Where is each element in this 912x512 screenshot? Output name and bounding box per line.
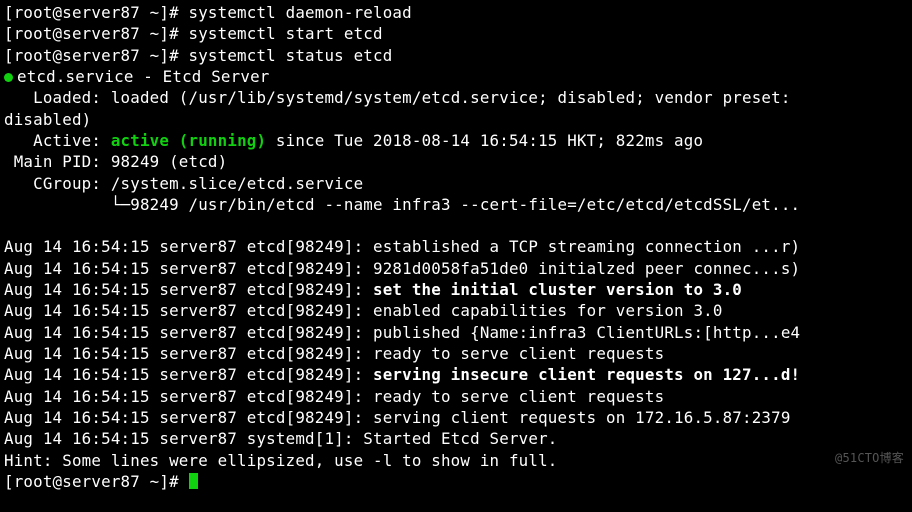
log-line: Aug 14 16:54:15 server87 etcd[98249]: es… bbox=[4, 236, 912, 257]
log-msg: enabled capabilities for version 3.0 bbox=[373, 301, 723, 320]
log-prefix: Aug 14 16:54:15 server87 etcd[98249]: bbox=[4, 408, 373, 427]
log-msg: ready to serve client requests bbox=[373, 387, 664, 406]
prompt: [root@server87 ~]# bbox=[4, 46, 189, 65]
log-line: Aug 14 16:54:15 server87 etcd[98249]: se… bbox=[4, 407, 912, 428]
log-msg: Started Etcd Server. bbox=[363, 429, 557, 448]
log-msg: published {Name:infra3 ClientURLs:[http.… bbox=[373, 323, 800, 342]
active-state: active (running) bbox=[111, 131, 266, 150]
log-line: Aug 14 16:54:15 server87 etcd[98249]: re… bbox=[4, 343, 912, 364]
log-prefix: Aug 14 16:54:15 server87 etcd[98249]: bbox=[4, 387, 373, 406]
log-line: Aug 14 16:54:15 server87 etcd[98249]: en… bbox=[4, 300, 912, 321]
log-prefix: Aug 14 16:54:15 server87 etcd[98249]: bbox=[4, 237, 373, 256]
prompt-line-1: [root@server87 ~]# systemctl daemon-relo… bbox=[4, 2, 912, 23]
command: systemctl daemon-reload bbox=[189, 3, 412, 22]
cgroup-line: CGroup: /system.slice/etcd.service bbox=[4, 173, 912, 194]
cursor-icon bbox=[189, 473, 198, 489]
loaded-label: Loaded: bbox=[4, 88, 111, 107]
hint-line: Hint: Some lines were ellipsized, use -l… bbox=[4, 450, 912, 471]
mainpid-value: 98249 (etcd) bbox=[111, 152, 228, 171]
cgroup-child-value: └─98249 /usr/bin/etcd --name infra3 --ce… bbox=[4, 195, 800, 214]
prompt-line-3: [root@server87 ~]# systemctl status etcd bbox=[4, 45, 912, 66]
loaded-wrap-value: disabled) bbox=[4, 110, 91, 129]
log-msg: established a TCP streaming connection .… bbox=[373, 237, 800, 256]
cgroup-value: /system.slice/etcd.service bbox=[111, 174, 363, 193]
loaded-line: Loaded: loaded (/usr/lib/systemd/system/… bbox=[4, 87, 912, 108]
active-label: Active: bbox=[4, 131, 111, 150]
log-prefix: Aug 14 16:54:15 server87 etcd[98249]: bbox=[4, 365, 373, 384]
prompt: [root@server87 ~]# bbox=[4, 24, 189, 43]
log-line: Aug 14 16:54:15 server87 etcd[98249]: re… bbox=[4, 386, 912, 407]
log-msg: set the initial cluster version to 3.0 bbox=[373, 280, 742, 299]
mainpid-label: Main PID: bbox=[4, 152, 111, 171]
loaded-value: loaded (/usr/lib/systemd/system/etcd.ser… bbox=[111, 88, 791, 107]
prompt: [root@server87 ~]# bbox=[4, 3, 189, 22]
log-prefix: Aug 14 16:54:15 server87 etcd[98249]: bbox=[4, 323, 373, 342]
cgroup-label: CGroup: bbox=[4, 174, 111, 193]
active-line: Active: active (running) since Tue 2018-… bbox=[4, 130, 912, 151]
log-prefix: Aug 14 16:54:15 server87 etcd[98249]: bbox=[4, 344, 373, 363]
blank-line bbox=[4, 215, 912, 236]
mainpid-line: Main PID: 98249 (etcd) bbox=[4, 151, 912, 172]
status-dot-icon bbox=[4, 73, 13, 82]
prompt-line-final[interactable]: [root@server87 ~]# bbox=[4, 471, 912, 492]
prompt: [root@server87 ~]# bbox=[4, 472, 189, 491]
hint-text: Hint: Some lines were ellipsized, use -l… bbox=[4, 451, 558, 470]
cgroup-child: └─98249 /usr/bin/etcd --name infra3 --ce… bbox=[4, 194, 912, 215]
command: systemctl start etcd bbox=[189, 24, 383, 43]
log-line: Aug 14 16:54:15 server87 etcd[98249]: se… bbox=[4, 279, 912, 300]
log-prefix: Aug 14 16:54:15 server87 etcd[98249]: bbox=[4, 259, 373, 278]
log-line: Aug 14 16:54:15 server87 etcd[98249]: 92… bbox=[4, 258, 912, 279]
service-name: etcd.service bbox=[17, 67, 134, 86]
loaded-wrap: disabled) bbox=[4, 109, 912, 130]
command: systemctl status etcd bbox=[189, 46, 393, 65]
terminal[interactable]: [root@server87 ~]# systemctl daemon-relo… bbox=[0, 0, 912, 492]
log-msg: ready to serve client requests bbox=[373, 344, 664, 363]
log-line: Aug 14 16:54:15 server87 etcd[98249]: se… bbox=[4, 364, 912, 385]
log-msg: 9281d0058fa51de0 initialzed peer connec.… bbox=[373, 259, 800, 278]
log-line: Aug 14 16:54:15 server87 etcd[98249]: pu… bbox=[4, 322, 912, 343]
log-prefix: Aug 14 16:54:15 server87 etcd[98249]: bbox=[4, 280, 373, 299]
service-desc: Etcd Server bbox=[163, 67, 270, 86]
log-prefix: Aug 14 16:54:15 server87 etcd[98249]: bbox=[4, 301, 373, 320]
log-msg: serving client requests on 172.16.5.87:2… bbox=[373, 408, 791, 427]
log-prefix: Aug 14 16:54:15 server87 systemd[1]: bbox=[4, 429, 363, 448]
log-msg: serving insecure client requests on 127.… bbox=[373, 365, 800, 384]
log-line: Aug 14 16:54:15 server87 systemd[1]: Sta… bbox=[4, 428, 912, 449]
active-rest: since Tue 2018-08-14 16:54:15 HKT; 822ms… bbox=[266, 131, 703, 150]
service-header: etcd.service - Etcd Server bbox=[4, 66, 912, 87]
prompt-line-2: [root@server87 ~]# systemctl start etcd bbox=[4, 23, 912, 44]
